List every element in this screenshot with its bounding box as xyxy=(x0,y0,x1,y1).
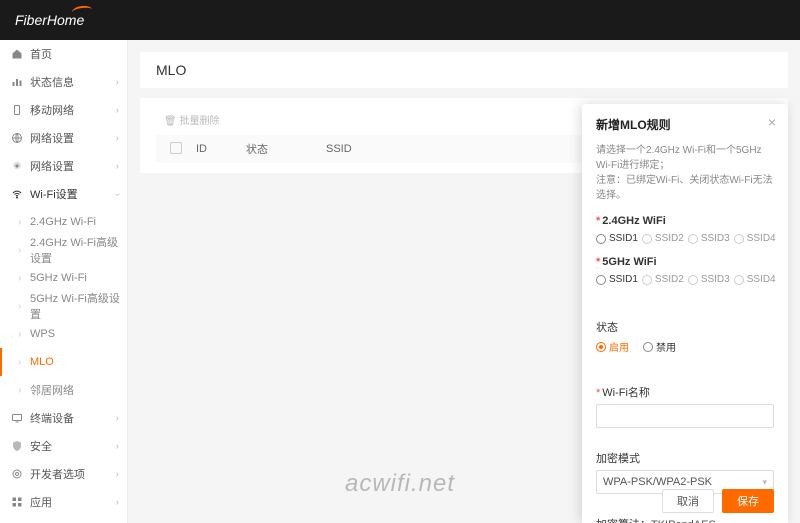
chevron-right-icon: › xyxy=(116,413,119,424)
wifi-icon xyxy=(10,187,24,201)
radio-group-status: 启用 禁用 xyxy=(596,339,774,354)
sidebar-sub-mlo[interactable]: MLO xyxy=(0,348,127,376)
sidebar-item-label: 首页 xyxy=(30,46,52,62)
device-icon xyxy=(10,411,24,425)
radio-24g-ssid4: SSID4 xyxy=(734,233,776,244)
sidebar-item-label: 移动网络 xyxy=(30,102,74,118)
sidebar-item-apps[interactable]: 应用 › xyxy=(0,488,127,516)
page-title: MLO xyxy=(156,62,772,78)
modal-actions: 取消 保存 xyxy=(662,489,774,513)
encryption-algo-value: TKIPandAES xyxy=(651,519,716,523)
apps-icon xyxy=(10,495,24,509)
modal-title: 新增MLO规则 xyxy=(596,116,774,133)
radio-24g-ssid1[interactable]: SSID1 xyxy=(596,233,638,244)
app-header: FiberHome xyxy=(0,0,800,40)
encryption-mode-value: WPA-PSK/WPA2-PSK xyxy=(603,476,712,488)
radio-5g-ssid1[interactable]: SSID1 xyxy=(596,274,638,285)
sidebar-item-wifi[interactable]: Wi-Fi设置 › xyxy=(0,180,127,208)
table-col-id: ID xyxy=(196,143,246,155)
sidebar-sub-5g[interactable]: 5GHz Wi-Fi xyxy=(0,264,127,292)
gear-icon xyxy=(10,159,24,173)
save-button[interactable]: 保存 xyxy=(722,489,774,513)
sidebar-item-developer[interactable]: 开发者选项 › xyxy=(0,460,127,488)
chevron-right-icon: › xyxy=(116,441,119,452)
brand-logo: FiberHome xyxy=(15,12,84,28)
chevron-right-icon: › xyxy=(116,497,119,508)
sidebar-item-status[interactable]: 状态信息 › xyxy=(0,68,127,96)
radio-24g-ssid2: SSID2 xyxy=(642,233,684,244)
chevron-right-icon: › xyxy=(116,469,119,480)
shield-icon xyxy=(10,439,24,453)
radio-5g-ssid3: SSID3 xyxy=(688,274,730,285)
sidebar-item-security[interactable]: 安全 › xyxy=(0,432,127,460)
wifi-name-input[interactable] xyxy=(596,404,774,428)
chevron-right-icon: › xyxy=(116,161,119,172)
chevron-right-icon: › xyxy=(116,77,119,88)
status-label: 状态 xyxy=(596,319,774,335)
sidebar-item-label: 网络设置 xyxy=(30,158,74,174)
radio-24g-ssid3: SSID3 xyxy=(688,233,730,244)
sidebar-item-home[interactable]: 首页 xyxy=(0,40,127,68)
encryption-mode-label: 加密模式 xyxy=(596,450,774,466)
sidebar-item-label: 开发者选项 xyxy=(30,466,85,482)
sidebar-item-label: 安全 xyxy=(30,438,52,454)
page-title-card: MLO xyxy=(140,52,788,88)
chevron-right-icon: › xyxy=(116,105,119,116)
radio-5g-ssid2: SSID2 xyxy=(642,274,684,285)
sidebar-sub-neighbor[interactable]: 邻居网络 xyxy=(0,376,127,404)
radio-group-24ghz: SSID1 SSID2 SSID3 SSID4 xyxy=(596,233,774,244)
radio-status-disable[interactable]: 禁用 xyxy=(643,339,676,354)
cancel-button[interactable]: 取消 xyxy=(662,489,714,513)
radio-group-5ghz: SSID1 SSID2 SSID3 SSID4 xyxy=(596,274,774,285)
sidebar-item-mobile[interactable]: 移动网络 › xyxy=(0,96,127,124)
sidebar-item-label: 网络设置 xyxy=(30,130,74,146)
table-col-status: 状态 xyxy=(246,141,326,157)
home-icon xyxy=(10,47,24,61)
developer-icon xyxy=(10,467,24,481)
chevron-right-icon: › xyxy=(116,133,119,144)
sidebar-item-netset[interactable]: 网络设置 › xyxy=(0,152,127,180)
mobile-icon xyxy=(10,103,24,117)
sidebar-item-network[interactable]: 网络设置 › xyxy=(0,124,127,152)
encryption-algo-label: 加密算法：TKIPandAES xyxy=(596,516,774,523)
radio-status-enable[interactable]: 启用 xyxy=(596,339,629,354)
close-icon[interactable]: × xyxy=(768,114,776,130)
sidebar-item-label: Wi-Fi设置 xyxy=(30,186,78,202)
network-icon xyxy=(10,131,24,145)
sidebar-sub-wps[interactable]: WPS xyxy=(0,320,127,348)
sidebar-sub-24g-adv[interactable]: 2.4GHz Wi-Fi高级设置 xyxy=(0,236,127,264)
add-mlo-rule-modal: × 新增MLO规则 请选择一个2.4GHz Wi-Fi和一个5GHz Wi-Fi… xyxy=(582,104,788,523)
sidebar-item-label: 终端设备 xyxy=(30,410,74,426)
chevron-down-icon: › xyxy=(112,192,123,195)
sidebar-item-label: 状态信息 xyxy=(30,74,74,90)
sidebar-sub-5g-adv[interactable]: 5GHz Wi-Fi高级设置 xyxy=(0,292,127,320)
section-24ghz-label: *2.4GHz WiFi xyxy=(596,215,774,227)
table-check-all[interactable] xyxy=(156,142,196,157)
sidebar-item-terminal[interactable]: 终端设备 › xyxy=(0,404,127,432)
sidebar-sub-24g[interactable]: 2.4GHz Wi-Fi xyxy=(0,208,127,236)
wifi-name-label: *Wi-Fi名称 xyxy=(596,384,774,400)
modal-description: 请选择一个2.4GHz Wi-Fi和一个5GHz Wi-Fi进行绑定； 注意：已… xyxy=(596,143,774,203)
sidebar-item-label: 应用 xyxy=(30,494,52,510)
sidebar: 首页 状态信息 › 移动网络 › 网络设置 › 网络设置 › Wi-Fi设置 ›… xyxy=(0,40,128,523)
radio-5g-ssid4: SSID4 xyxy=(734,274,776,285)
chevron-down-icon: ▾ xyxy=(762,477,767,488)
section-5ghz-label: *5GHz WiFi xyxy=(596,256,774,268)
chart-icon xyxy=(10,75,24,89)
